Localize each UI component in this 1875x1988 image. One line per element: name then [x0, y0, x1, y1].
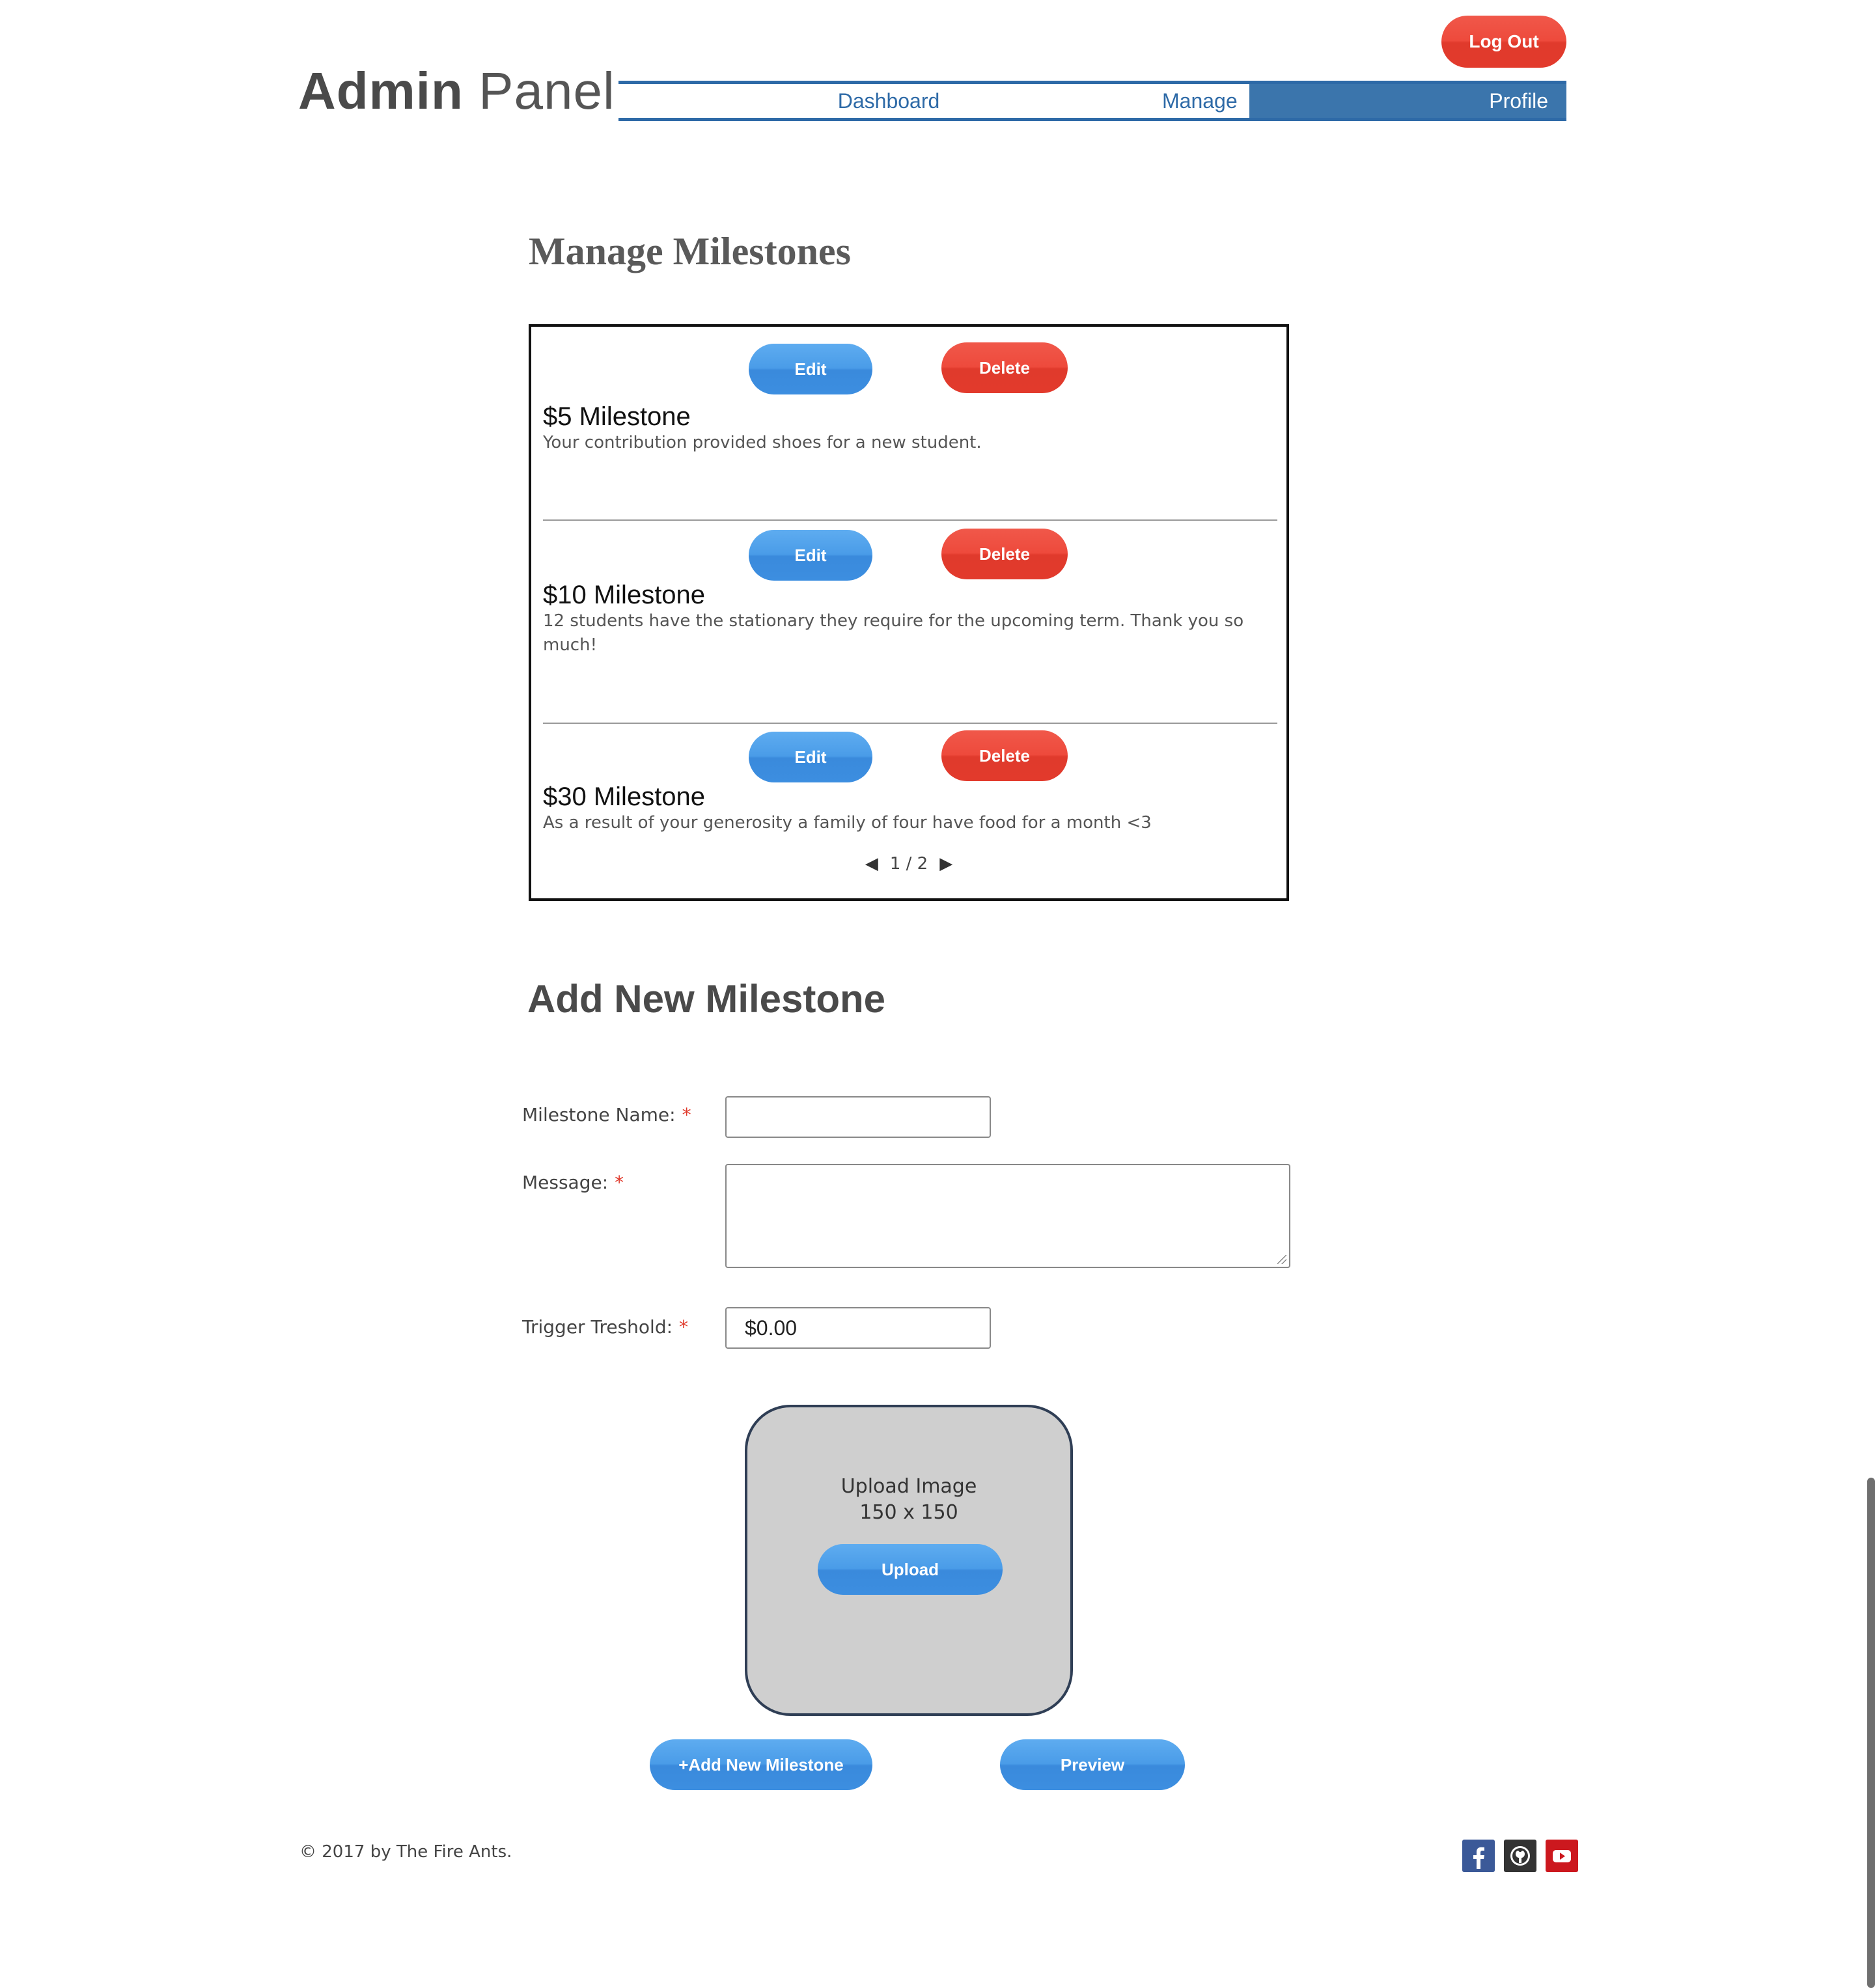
milestone-name-input[interactable] [725, 1096, 991, 1138]
facebook-icon[interactable] [1462, 1840, 1495, 1872]
logout-button[interactable]: Log Out [1441, 16, 1566, 68]
milestone-description: Your contribution provided shoes for a n… [543, 433, 982, 452]
nav-dashboard[interactable]: Dashboard [837, 84, 940, 118]
preview-button[interactable]: Preview [1000, 1739, 1185, 1790]
youtube-glyph [1553, 1850, 1571, 1862]
site-title-light: Panel [463, 62, 615, 120]
required-marker: * [615, 1172, 624, 1193]
milestone-name-label: Milestone Name: * [522, 1104, 691, 1125]
milestone-description: 12 students have the stationary they req… [543, 611, 1244, 655]
page-indicator: 1 / 2 [889, 854, 928, 874]
delete-button[interactable]: Delete [941, 529, 1068, 579]
milestone-divider [543, 519, 1277, 521]
milestone-title: $10 Milestone [543, 581, 706, 609]
upload-image-card: Upload Image 150 x 150 Upload [745, 1405, 1073, 1716]
milestone-title: $30 Milestone [543, 782, 706, 811]
threshold-label: Trigger Treshold: * [522, 1316, 688, 1338]
threshold-label-text: Trigger Treshold: [522, 1316, 673, 1338]
page-scrollbar[interactable] [1867, 1478, 1875, 1988]
add-milestone-button[interactable]: +Add New Milestone [650, 1739, 872, 1790]
message-label: Message: * [522, 1172, 624, 1193]
next-page-icon[interactable]: ▶ [939, 854, 952, 874]
upload-size-text: 150 x 150 [859, 1501, 958, 1524]
edit-button[interactable]: Edit [749, 732, 872, 782]
copyright-text: © 2017 by The Fire Ants. [299, 1842, 512, 1862]
message-textarea[interactable] [725, 1164, 1290, 1268]
prev-page-icon[interactable]: ◀ [865, 854, 878, 874]
threshold-input[interactable]: $0.00 [725, 1307, 991, 1349]
github-glyph [1510, 1846, 1530, 1866]
milestone-divider [543, 723, 1277, 724]
nav-profile[interactable]: Profile [1249, 84, 1566, 118]
nav-dashboard-label: Dashboard [837, 89, 940, 113]
pagination: ◀ 1 / 2 ▶ [531, 854, 1286, 874]
nav-manage[interactable]: Manage [1162, 84, 1247, 118]
main-nav: Dashboard Manage Profile [618, 81, 1566, 121]
milestone-title: $5 Milestone [543, 402, 691, 431]
facebook-glyph [1473, 1847, 1484, 1869]
milestone-list: Edit Delete $5 Milestone Your contributi… [529, 324, 1289, 901]
add-milestone-heading: Add New Milestone [527, 977, 886, 1021]
message-label-text: Message: [522, 1172, 609, 1193]
milestone-description: As a result of your generosity a family … [543, 813, 1152, 833]
resize-handle-icon[interactable] [1277, 1255, 1286, 1264]
youtube-icon[interactable] [1546, 1840, 1578, 1872]
required-marker: * [682, 1104, 691, 1125]
edit-button[interactable]: Edit [749, 344, 872, 394]
milestone-name-label-text: Milestone Name: [522, 1104, 676, 1125]
delete-button[interactable]: Delete [941, 342, 1068, 393]
required-marker: * [679, 1316, 689, 1338]
manage-milestones-heading: Manage Milestones [529, 230, 851, 273]
nav-profile-label: Profile [1489, 89, 1548, 113]
github-icon[interactable] [1504, 1840, 1536, 1872]
edit-button[interactable]: Edit [749, 530, 872, 581]
site-title: Admin Panel [298, 65, 615, 117]
nav-manage-label: Manage [1162, 89, 1238, 113]
site-title-bold: Admin [298, 62, 464, 120]
upload-button[interactable]: Upload [818, 1544, 1003, 1595]
delete-button[interactable]: Delete [941, 730, 1068, 781]
upload-image-text: Upload Image [840, 1475, 977, 1498]
